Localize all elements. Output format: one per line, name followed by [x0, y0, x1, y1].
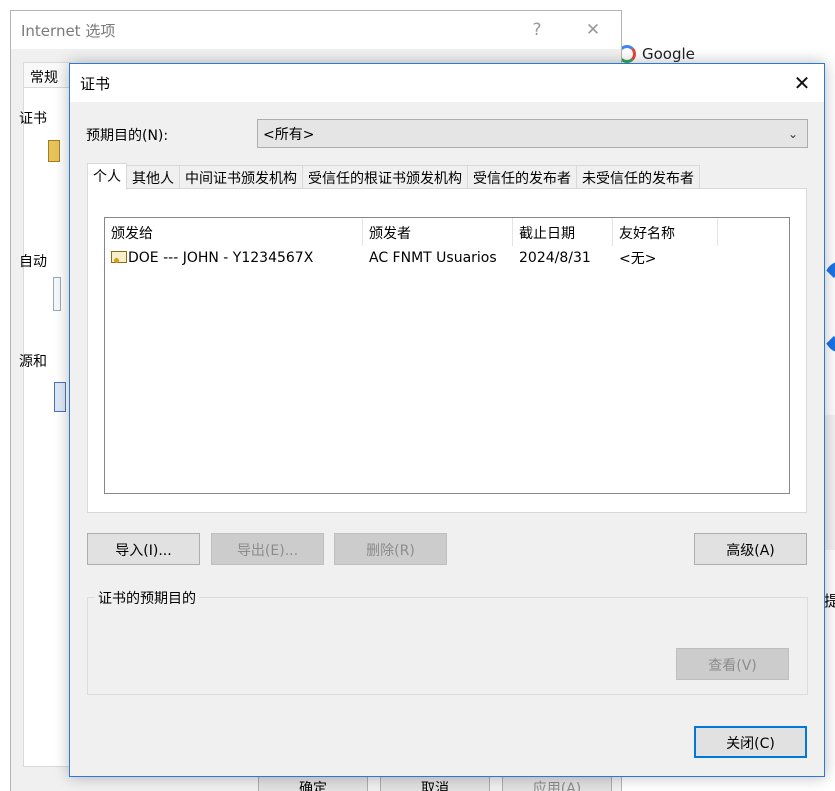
view-button[interactable]: 查看(V) — [676, 648, 789, 680]
certificate-tabs: 个人 其他人 中间证书颁发机构 受信任的根证书颁发机构 受信任的发布者 未受信任… — [87, 163, 700, 190]
export-button[interactable]: 导出(E)... — [211, 533, 324, 565]
list-header: 颁发给 颁发者 截止日期 友好名称 — [105, 218, 718, 246]
cell-issued-by: AC FNMT Usuarios — [369, 250, 497, 266]
section-autocomplete-label: 自动 — [19, 254, 47, 270]
section-certificates-label: 证书 — [19, 111, 47, 127]
close-button[interactable]: 关闭(C) — [694, 726, 807, 758]
intended-purpose-label: 预期目的(N): — [86, 128, 169, 144]
feeds-icon — [54, 382, 66, 412]
section-feeds-label: 源和 — [19, 354, 47, 370]
tab-general[interactable]: 常规 — [23, 62, 71, 88]
table-row[interactable]: DOE --- JOHN - Y1234567X AC FNMT Usuario… — [105, 246, 718, 270]
dialog-close-icon[interactable]: ✕ — [780, 64, 824, 102]
certificate-purposes-label: 证书的预期目的 — [95, 588, 199, 608]
certificate-purposes-group — [87, 597, 808, 695]
certificate-list[interactable]: 颁发给 颁发者 截止日期 友好名称 DOE --- JOHN - Y123456… — [104, 217, 790, 494]
dialog-title: 证书 — [80, 74, 111, 93]
cell-friendly-name: <无> — [619, 251, 657, 267]
google-text: Google — [642, 45, 695, 63]
background-text: 提 — [824, 592, 835, 610]
certificate-icon — [111, 251, 127, 263]
certificates-titlebar: 证书 ✕ — [70, 64, 824, 102]
column-issued-to[interactable]: 颁发给 — [105, 218, 363, 246]
chevron-down-icon: ⌄ — [787, 126, 799, 141]
tab-other-people[interactable]: 其他人 — [126, 165, 180, 189]
tab-personal[interactable]: 个人 — [87, 163, 127, 190]
cell-issued-to: DOE --- JOHN - Y1234567X — [105, 250, 363, 266]
issued-to-text: DOE --- JOHN - Y1234567X — [128, 250, 314, 266]
tab-trusted-publishers[interactable]: 受信任的发布者 — [467, 165, 577, 189]
help-icon[interactable]: ? — [509, 20, 565, 40]
close-icon[interactable]: ✕ — [565, 20, 621, 40]
internet-options-title: Internet 选项 — [21, 21, 116, 40]
tab-untrusted-publishers[interactable]: 未受信任的发布者 — [576, 165, 700, 189]
column-friendly-name[interactable]: 友好名称 — [613, 218, 718, 246]
remove-button[interactable]: 删除(R) — [334, 533, 447, 565]
cell-expiration: 2024/8/31 — [519, 250, 591, 266]
tab-panel-personal: 颁发给 颁发者 截止日期 友好名称 DOE --- JOHN - Y123456… — [87, 188, 807, 513]
tab-trusted-root-ca[interactable]: 受信任的根证书颁发机构 — [302, 165, 468, 189]
intended-purpose-value: <所有> — [263, 126, 315, 143]
intended-purpose-dropdown[interactable]: <所有> ⌄ — [257, 119, 808, 148]
column-expiration-date[interactable]: 截止日期 — [513, 218, 613, 246]
tab-intermediate-ca[interactable]: 中间证书颁发机构 — [179, 165, 303, 189]
column-issued-by[interactable]: 颁发者 — [363, 218, 513, 246]
autocomplete-icon — [53, 277, 61, 311]
certificates-dialog: 证书 ✕ 预期目的(N): <所有> ⌄ 个人 其他人 中间证书颁发机构 受信任… — [69, 63, 825, 777]
internet-options-titlebar: Internet 选项 ? ✕ — [11, 11, 621, 49]
advanced-button[interactable]: 高级(A) — [694, 533, 807, 565]
import-button[interactable]: 导入(I)... — [87, 533, 200, 565]
certificate-icon — [48, 140, 60, 162]
